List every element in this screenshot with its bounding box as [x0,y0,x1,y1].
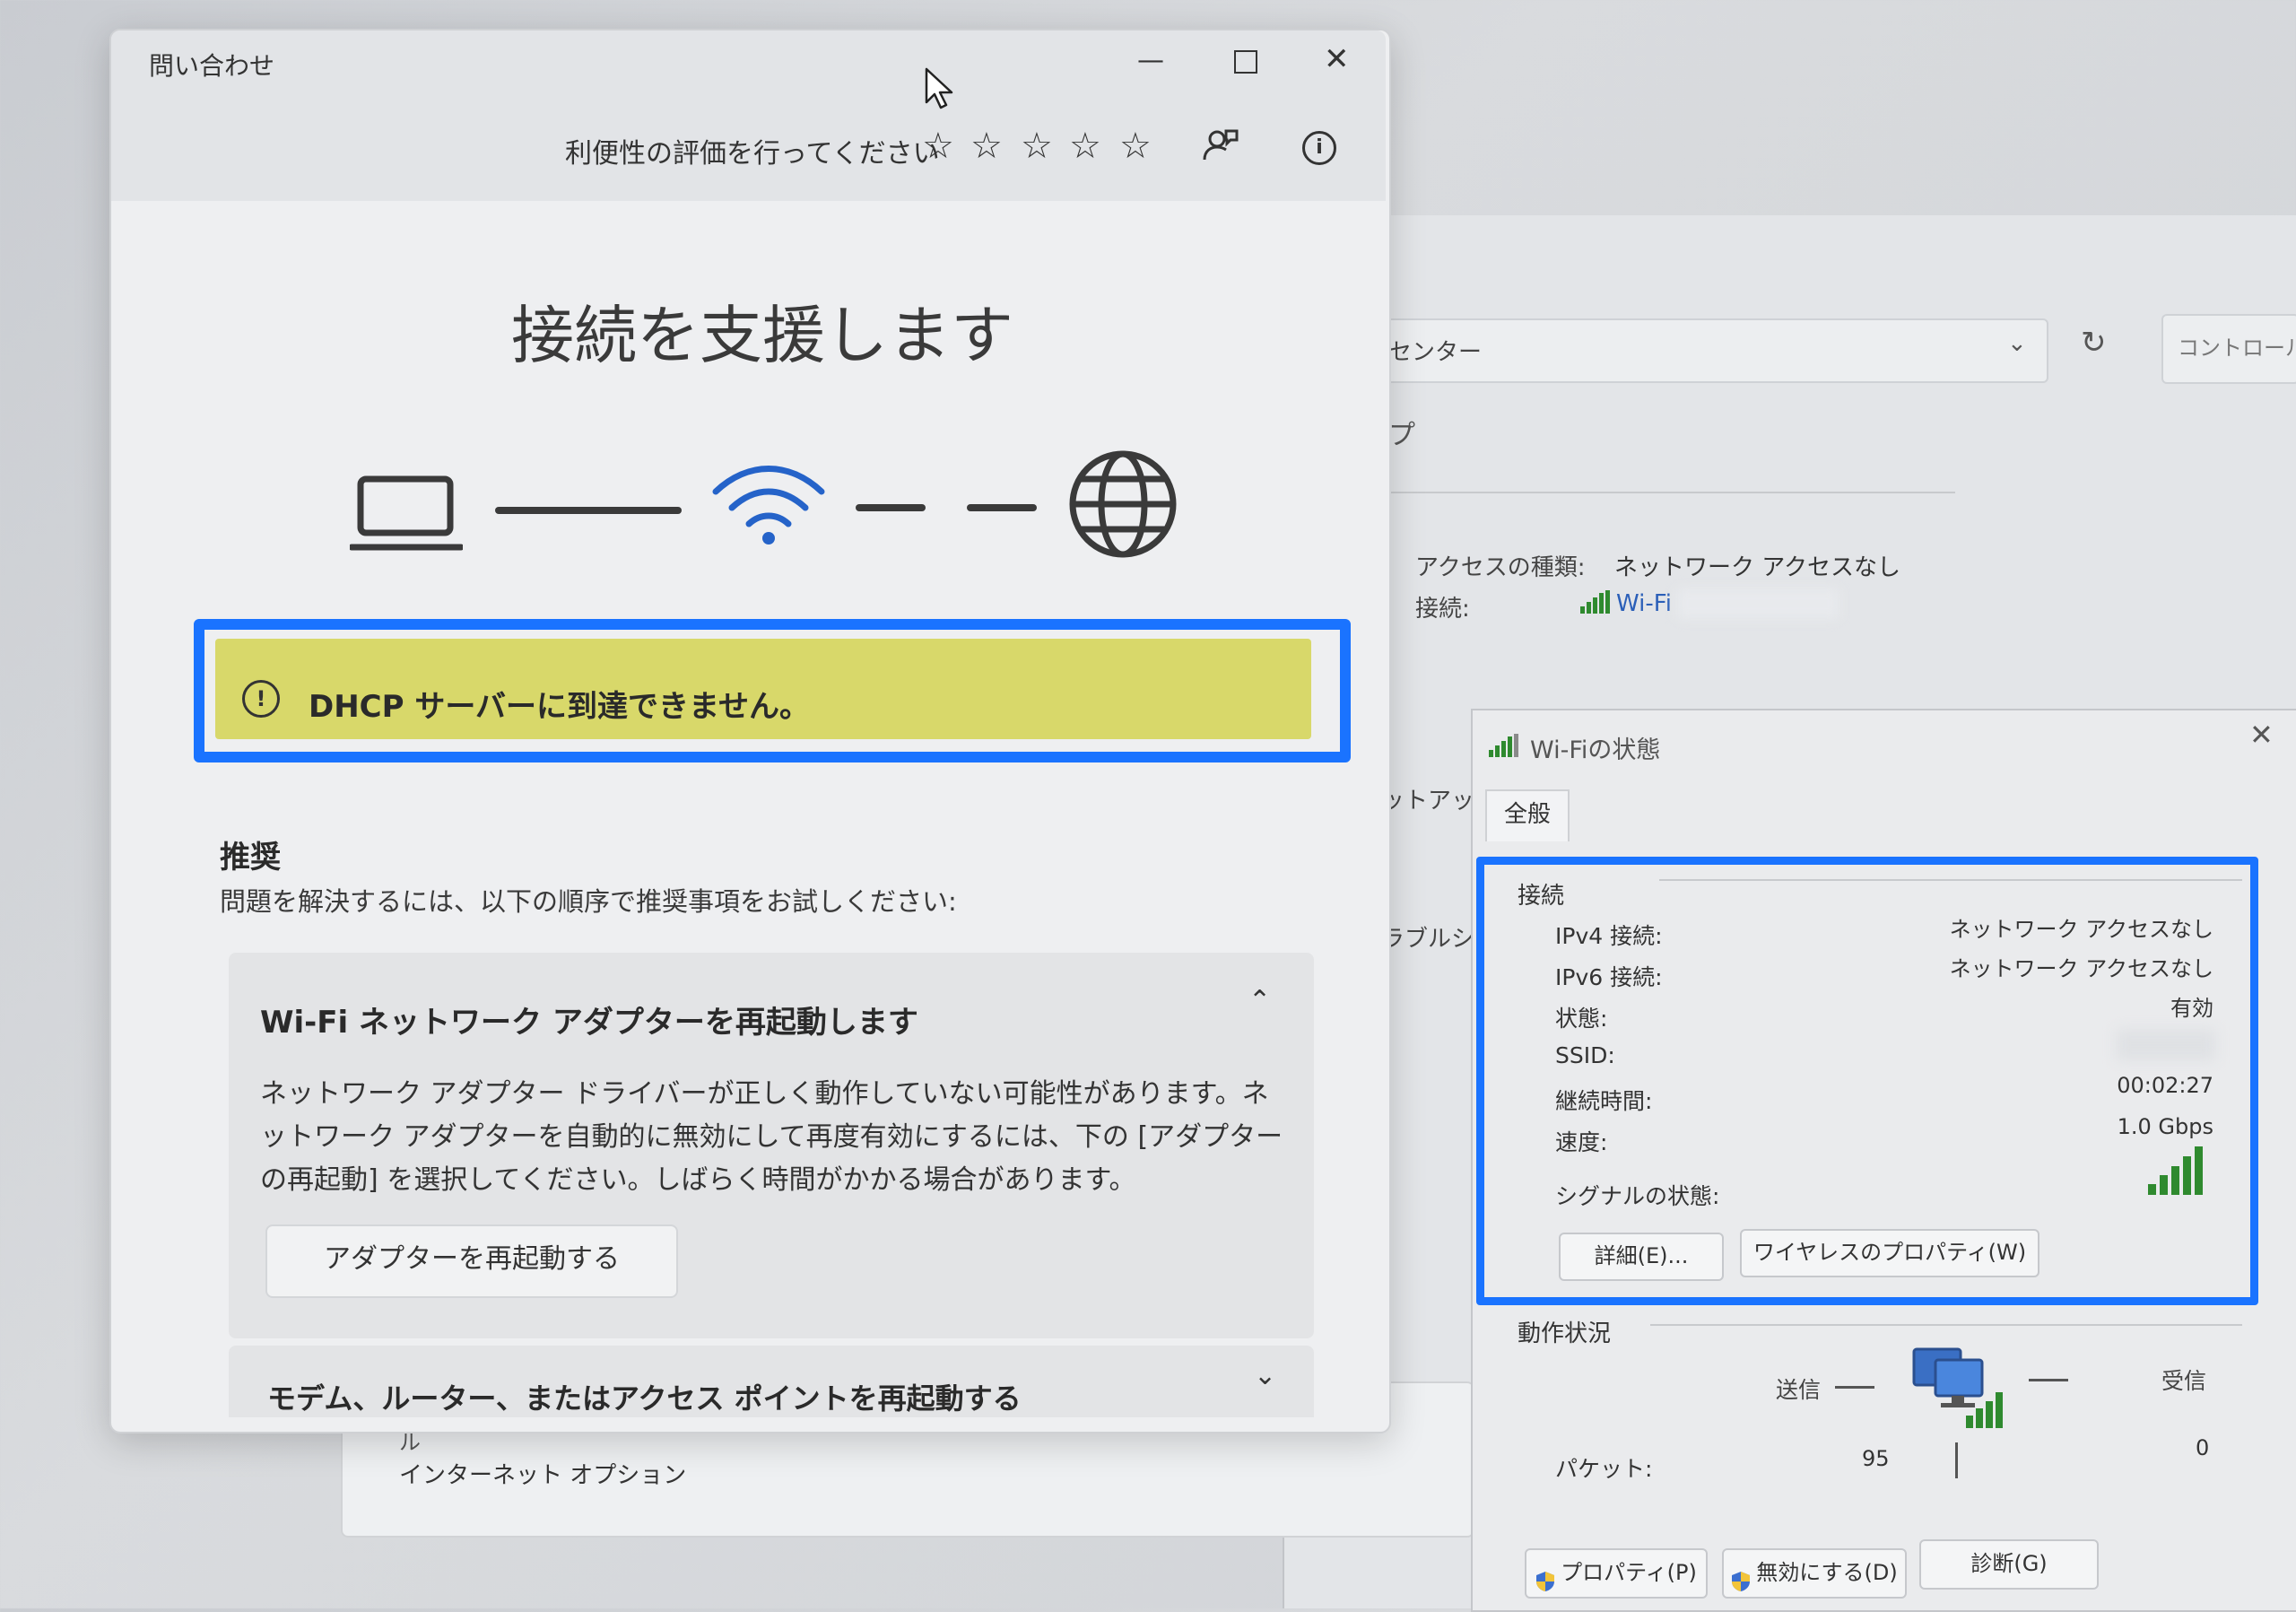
network-computers-icon [1910,1342,2009,1432]
maximize-button[interactable] [1234,50,1257,74]
title-bar [111,30,1386,201]
address-bar-text: センター [1388,339,1483,366]
recommended-heading: 推奨 [220,840,281,876]
wifi-icon [710,459,827,553]
close-button[interactable]: ✕ [1324,41,1350,77]
close-icon[interactable]: ✕ [2249,718,2274,752]
packets-label: パケット: [1555,1456,1653,1482]
star-4-icon[interactable]: ☆ [1069,126,1101,167]
packets-received-value: 0 [2196,1435,2210,1460]
chevron-down-icon[interactable]: ⌄ [2007,330,2027,357]
laptop-icon [348,474,465,558]
divider [1650,1324,2242,1326]
connection-line [495,507,682,514]
disable-button-label: 無効にする(D) [1756,1560,1898,1585]
feedback-icon[interactable] [1202,127,1239,167]
divider [1390,492,1955,493]
search-placeholder: コントロール パ [2178,335,2296,361]
sent-label: 送信 [1776,1377,1822,1403]
connection-link[interactable]: Wi-Fi [1616,590,1672,617]
received-label: 受信 [2161,1368,2207,1394]
chevron-down-icon[interactable]: ⌄ [1254,1360,1276,1391]
access-type-label: アクセスの種類: [1415,554,1586,581]
mouse-cursor-icon [924,66,956,115]
restart-adapter-button[interactable]: アダプターを再起動する [265,1224,678,1298]
window-title: 問い合わせ [149,51,275,81]
wifi-signal-icon [1580,590,1611,617]
diagnose-button[interactable]: 診断(G) [1919,1539,2099,1590]
packets-sent-value: 95 [1862,1446,1890,1471]
star-3-icon[interactable]: ☆ [1021,126,1053,167]
highlight-outline [1476,857,2258,1305]
shield-icon [1731,1563,1751,1591]
properties-button-label: プロパティ(P) [1561,1560,1697,1585]
rating-prompt: 利便性の評価を行ってください [565,138,940,170]
received-line [2029,1379,2068,1381]
broken-connection-dash [967,504,1037,511]
properties-button[interactable]: プロパティ(P) [1525,1548,1708,1599]
recommended-description: 問題を解決するには、以下の順序で推奨事項をお試しください: [220,886,957,917]
section-activity: 動作状況 [1518,1320,1612,1347]
internet-options-link[interactable]: インターネット オプション [399,1457,686,1490]
refresh-icon[interactable]: ↻ [2081,325,2107,361]
disable-button[interactable]: 無効にする(D) [1722,1548,1907,1599]
chevron-up-icon[interactable]: ⌃ [1248,985,1271,1016]
packets-divider [1955,1442,1958,1478]
card-title[interactable]: モデム、ルーター、またはアクセス ポイントを再起動する [267,1376,1022,1417]
globe-icon [1067,449,1178,563]
tab-general[interactable]: 全般 [1485,789,1570,841]
broken-connection-dash [856,504,926,511]
connection-label: 接続: [1415,596,1470,623]
sent-line [1835,1386,1874,1389]
card-title[interactable]: Wi-Fi ネットワーク アダプターを再起動します [260,998,918,1041]
star-2-icon[interactable]: ☆ [970,126,1003,167]
access-type-value: ネットワーク アクセスなし [1614,554,1900,581]
wifi-signal-icon [1489,734,1521,761]
blurred-ssid [1677,588,1839,619]
highlight-outline [194,619,1351,762]
star-5-icon[interactable]: ☆ [1119,126,1152,167]
dialog-title: Wi-Fiの状態 [1530,736,1661,764]
shield-icon [1535,1563,1555,1591]
info-icon[interactable]: i [1302,131,1336,165]
minimize-button[interactable]: — [1137,45,1164,76]
heading-fragment: プ [1388,420,1415,451]
star-1-icon[interactable]: ☆ [922,126,954,167]
card-body: ネットワーク アダプター ドライバーが正しく動作していない可能性があります。ネッ… [260,1078,1283,1196]
page-title: 接続を支援します [511,299,1013,372]
